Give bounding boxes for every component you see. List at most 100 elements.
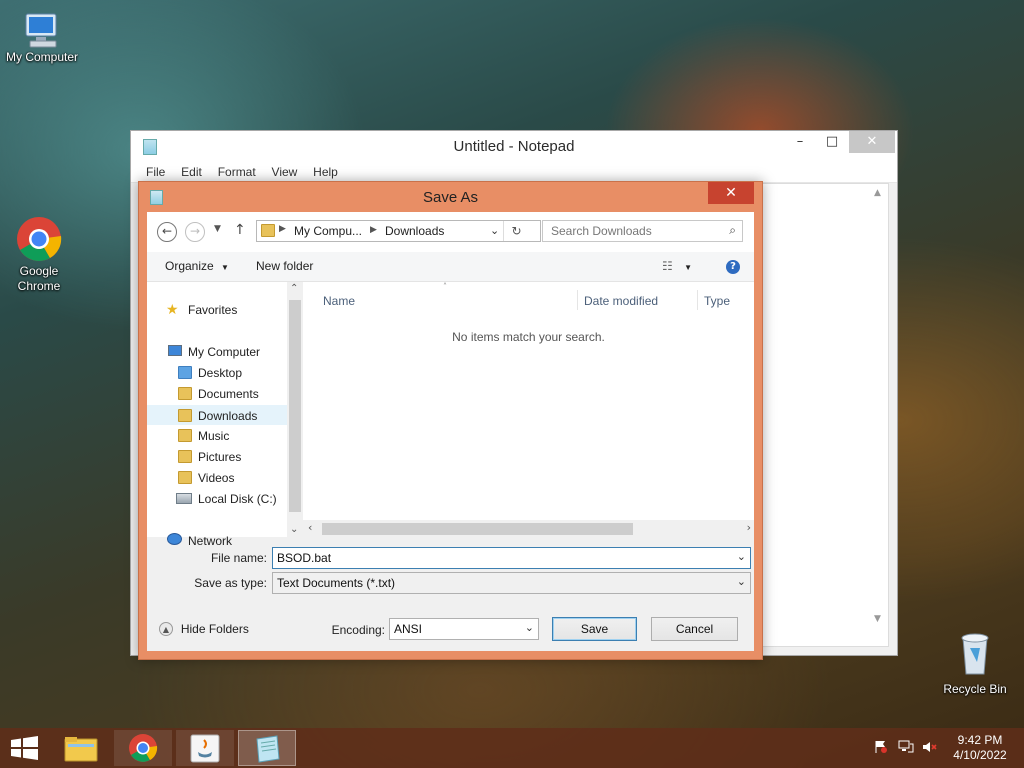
- chrome-icon: [16, 216, 62, 262]
- nav-item-network[interactable]: Network: [147, 531, 287, 548]
- chevron-down-icon: ▼: [221, 263, 229, 272]
- column-header-name[interactable]: Name: [323, 294, 355, 308]
- column-header-date-modified[interactable]: Date modified: [584, 294, 658, 308]
- computer-icon: [168, 345, 182, 356]
- nav-item-favorites[interactable]: ★ Favorites: [147, 300, 287, 320]
- desktop-icon-label: My Computer: [5, 50, 79, 64]
- scroll-down-icon[interactable]: ▼: [874, 614, 881, 624]
- organize-label: Organize: [165, 259, 214, 273]
- address-bar[interactable]: ▶ My Compu... ▶ Downloads ⌄ ↻: [256, 220, 541, 242]
- hide-folders-button[interactable]: ▲ Hide Folders: [159, 621, 249, 641]
- java-icon: [190, 734, 220, 763]
- star-icon: ★: [166, 301, 179, 317]
- recent-locations-chevron-icon[interactable]: ▼: [214, 224, 221, 234]
- new-folder-button[interactable]: New folder: [256, 259, 313, 273]
- taskbar-file-explorer[interactable]: [52, 730, 110, 766]
- dialog-body: ← → ▼ ↑ ▶ My Compu... ▶ Downloads ⌄ ↻ ⌕: [147, 212, 754, 651]
- empty-folder-message: No items match your search.: [452, 330, 605, 344]
- desktop-icon-label: Recycle Bin: [943, 682, 1007, 696]
- forward-button[interactable]: →: [185, 222, 205, 242]
- notepad-vertical-scrollbar[interactable]: ▲ ▼: [870, 184, 888, 646]
- save-button[interactable]: Save: [552, 617, 637, 641]
- recycle-bin-icon: [955, 630, 995, 678]
- horizontal-scrollbar[interactable]: ‹ ›: [303, 520, 754, 537]
- network-icon: [167, 533, 182, 545]
- nav-item-label: Pictures: [198, 450, 242, 464]
- nav-item-pictures[interactable]: Pictures: [147, 447, 287, 467]
- scroll-up-icon[interactable]: ⌃: [290, 283, 298, 294]
- desktop-folder-icon: [178, 366, 192, 379]
- nav-item-local-disk[interactable]: Local Disk (C:): [147, 489, 287, 509]
- menu-format[interactable]: Format: [212, 161, 262, 179]
- start-button[interactable]: [0, 730, 58, 766]
- scroll-up-icon[interactable]: ▲: [874, 188, 881, 198]
- menu-help[interactable]: Help: [307, 161, 344, 179]
- notepad-titlebar[interactable]: Untitled - Notepad – □ ✕: [131, 131, 897, 161]
- scrollbar-thumb[interactable]: [322, 523, 633, 535]
- taskbar-chrome[interactable]: [114, 730, 172, 766]
- downloads-folder-icon: [261, 224, 275, 237]
- file-name-field[interactable]: BSOD.bat ⌄: [272, 547, 751, 569]
- chevron-down-icon: ⌄: [736, 575, 746, 588]
- computer-icon: [20, 10, 64, 54]
- file-list[interactable]: ˄ Name Date modified Type No items match…: [303, 282, 754, 537]
- action-center-flag-icon[interactable]: [874, 740, 888, 754]
- taskbar-clock[interactable]: 9:42 PM 4/10/2022: [948, 733, 1012, 763]
- desktop-icon-google-chrome[interactable]: Google Chrome: [0, 216, 81, 294]
- navigation-pane: ★ Favorites My Computer Desktop Document…: [147, 282, 287, 548]
- close-button[interactable]: ✕: [849, 131, 895, 153]
- taskbar-notepad[interactable]: [238, 730, 296, 766]
- clock-time: 9:42 PM: [957, 733, 1003, 747]
- back-button[interactable]: ←: [157, 222, 177, 242]
- cancel-button[interactable]: Cancel: [651, 617, 738, 641]
- menu-edit[interactable]: Edit: [175, 161, 208, 179]
- scroll-left-icon[interactable]: ‹: [308, 521, 312, 534]
- help-icon[interactable]: ?: [726, 260, 740, 274]
- desktop-icon-recycle-bin[interactable]: Recycle Bin: [933, 630, 1017, 697]
- nav-item-videos[interactable]: Videos: [147, 468, 287, 488]
- clock-date: 4/10/2022: [953, 748, 1007, 762]
- address-dropdown-chevron-icon[interactable]: ⌄: [490, 224, 499, 237]
- taskbar-java[interactable]: [176, 730, 234, 766]
- organize-button[interactable]: Organize ▼: [165, 259, 229, 273]
- hide-folders-label: Hide Folders: [180, 621, 249, 636]
- nav-item-label: Music: [198, 429, 230, 443]
- save-as-type-select[interactable]: Text Documents (*.txt) ⌄: [272, 572, 751, 594]
- notepad-icon: [256, 735, 280, 763]
- nav-item-music[interactable]: Music: [147, 426, 287, 446]
- maximize-button[interactable]: □: [815, 131, 849, 153]
- volume-muted-icon[interactable]: [922, 740, 938, 754]
- breadcrumb-downloads[interactable]: Downloads: [385, 224, 444, 238]
- menu-file[interactable]: File: [140, 161, 171, 179]
- address-row: ← → ▼ ↑ ▶ My Compu... ▶ Downloads ⌄ ↻ ⌕: [147, 212, 754, 252]
- menu-view[interactable]: View: [266, 161, 304, 179]
- encoding-select[interactable]: ANSI ⌄: [389, 618, 539, 640]
- chevron-down-icon[interactable]: ⌄: [737, 550, 746, 563]
- up-arrow-icon[interactable]: ↑: [234, 222, 246, 238]
- dialog-close-button[interactable]: ✕: [708, 182, 754, 204]
- nav-item-downloads[interactable]: Downloads: [147, 405, 287, 425]
- scroll-right-icon[interactable]: ›: [747, 521, 751, 534]
- minimize-button[interactable]: –: [783, 131, 817, 153]
- desktop-icon-my-computer[interactable]: My Computer: [0, 10, 84, 65]
- scroll-down-icon[interactable]: ⌄: [290, 524, 298, 535]
- chevron-down-icon: ⌄: [524, 621, 534, 634]
- nav-item-documents[interactable]: Documents: [147, 384, 287, 404]
- nav-item-label: Favorites: [188, 303, 238, 317]
- nav-item-label: Downloads: [198, 409, 258, 423]
- search-box[interactable]: ⌕: [542, 220, 743, 242]
- search-icon[interactable]: ⌕: [729, 223, 736, 238]
- search-input[interactable]: [551, 224, 711, 238]
- column-divider: [577, 290, 578, 310]
- view-options-button[interactable]: ☷ ▼: [662, 259, 692, 273]
- nav-item-desktop[interactable]: Desktop: [147, 363, 287, 383]
- column-header-type[interactable]: Type: [704, 294, 730, 308]
- breadcrumb-my-computer[interactable]: My Compu...: [294, 224, 362, 238]
- navigation-scrollbar[interactable]: ⌃ ⌄: [287, 282, 303, 537]
- refresh-button[interactable]: ↻: [503, 221, 529, 241]
- chevron-down-icon: ▼: [684, 263, 693, 272]
- nav-item-label: Desktop: [198, 366, 243, 380]
- network-status-icon[interactable]: [898, 740, 914, 754]
- scrollbar-thumb[interactable]: [289, 300, 301, 512]
- nav-item-my-computer[interactable]: My Computer: [147, 342, 287, 362]
